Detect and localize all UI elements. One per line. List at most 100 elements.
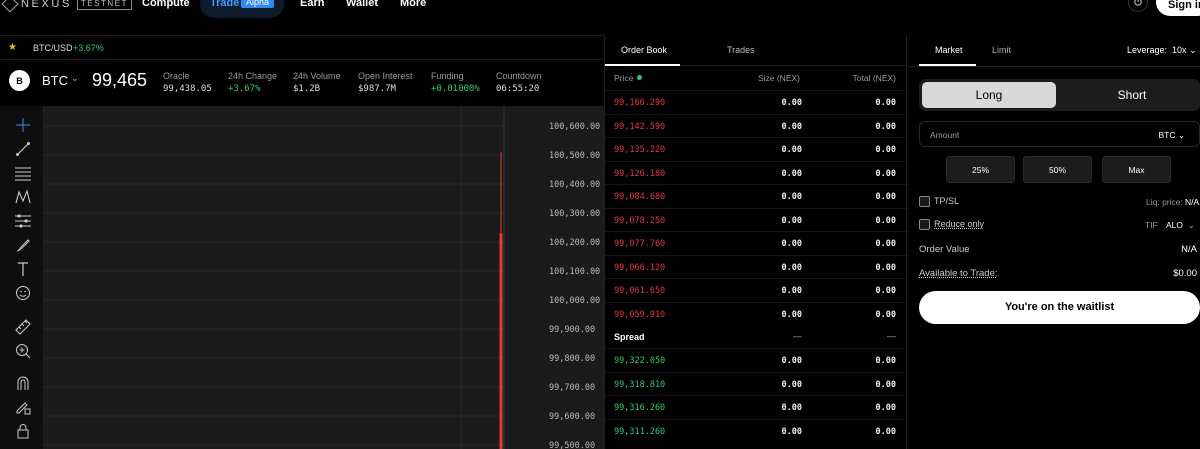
stat-label: Oracle [163,71,190,81]
chart-canvas: 100,600.00 100,500.00 100,400.00 100,300.00… [44,106,600,449]
row-price: 99,126.180 [614,168,666,179]
chevron-down-icon: ⌄ [1189,45,1197,55]
order-book-row[interactable]: 99,135.220 0.00 0.00 [605,137,908,160]
spread-size: — [793,331,802,341]
order-book-row[interactable]: 99,059.910 0.00 0.00 [605,301,908,325]
nav-compute[interactable]: Compute [142,0,190,9]
row-price: 99,078.250 [614,215,666,226]
row-price: 99,318.810 [614,379,666,390]
leverage-selector[interactable]: Leverage: 10x ⌄ [1127,45,1197,56]
price-axis-label: 100,400.00 [549,180,600,190]
spread-row: Spread — — [605,328,908,348]
lock-icon[interactable] [14,422,32,440]
tif-value: ALO [1166,220,1184,230]
row-size: 0.00 [781,426,802,437]
nav-more[interactable]: More [400,0,426,9]
tpsl-checkbox[interactable] [919,196,930,207]
order-book-row[interactable]: 99,061.650 0.00 0.00 [605,278,908,301]
tif-selector[interactable]: ALO ⌄ [1166,220,1195,231]
stat-countdown: Countdown 06:55:20 [496,71,542,94]
row-price: 99,142.590 [614,121,666,132]
text-icon[interactable] [14,260,32,278]
nav-earn[interactable]: Earn [300,0,324,9]
order-book-row[interactable]: 99,311.260 0.00 0.00 [605,418,908,442]
zoom-in-icon[interactable] [14,342,32,360]
tab-market[interactable]: Market [935,45,963,55]
amount-input[interactable]: Amount BTC ⌄ [919,121,1200,147]
sign-in-button[interactable]: Sign in [1156,0,1200,16]
row-total: 0.00 [875,403,896,413]
price-axis-label: 99,900.00 [549,325,595,335]
order-book-row[interactable]: 99,316.260 0.00 0.00 [605,395,908,418]
row-size: 0.00 [781,379,802,390]
divider [907,66,1200,67]
prediction-icon[interactable] [14,212,32,230]
row-size: 0.00 [781,403,802,413]
order-book-row[interactable]: 99,318.810 0.00 0.00 [605,371,908,395]
pct-50-button[interactable]: 50% [1023,156,1092,183]
pct-25-button[interactable]: 25% [946,156,1015,183]
emoji-icon[interactable] [14,284,32,302]
stat-value: 06:55:20 [496,84,540,94]
nav-trade[interactable]: Trade Alpha [200,0,284,18]
row-total: 0.00 [875,168,896,179]
amount-placeholder: Amount [930,130,960,140]
stat-oracle: Oracle 99,438.05 [163,71,212,94]
tab-order-book[interactable]: Order Book [621,45,667,55]
price-axis-label: 100,000.00 [549,296,600,306]
chevron-down-icon[interactable]: ⌄ [71,73,79,84]
brush-icon[interactable] [14,236,32,254]
row-total: 0.00 [875,215,896,226]
row-total: 0.00 [875,286,896,296]
order-book-row[interactable]: 99,077.760 0.00 0.00 [605,231,908,254]
drawing-toolbar [0,106,44,449]
tab-trades[interactable]: Trades [727,45,755,55]
order-book-row[interactable]: 99,084.680 0.00 0.00 [605,184,908,207]
logo-text: NEXUS [21,0,72,10]
waitlist-button[interactable]: You're on the waitlist [919,291,1200,324]
stat-value: +0.01000% [431,84,480,94]
tpsl-label: TP/SL [934,196,960,206]
favorite-star-icon[interactable]: ★ [8,42,17,53]
row-size: 0.00 [781,309,802,320]
order-book-row[interactable]: 99,166.290 0.00 0.00 [605,90,908,113]
order-book-row[interactable]: 99,142.590 0.00 0.00 [605,113,908,137]
trend-line-icon[interactable] [14,140,32,158]
chevron-down-icon: ⌄ [1187,220,1195,230]
stat-funding: Funding +0.01000% [431,71,480,94]
stat-label: Countdown [496,71,542,81]
leverage-label: Leverage: [1127,45,1168,55]
pct-max-button[interactable]: Max [1102,156,1171,183]
order-book-row[interactable]: 99,322.050 0.00 0.00 [605,348,908,371]
power-button[interactable] [1128,0,1148,12]
price-axis-label: 100,200.00 [549,238,600,248]
nav-wallet[interactable]: Wallet [346,0,378,9]
long-button[interactable]: Long [922,82,1056,108]
ticker-pair[interactable]: BTC/USD [33,43,73,53]
order-book-row[interactable]: 99,066.120 0.00 0.00 [605,254,908,278]
row-total: 0.00 [875,262,896,273]
liq-price-label: Liq. price: [1146,197,1183,207]
fib-retracement-icon[interactable] [14,164,32,182]
row-total: 0.00 [875,356,896,366]
price-chart[interactable]: 100,600.00 100,500.00 100,400.00 100,300.00… [44,106,604,449]
row-price: 99,059.910 [614,309,666,320]
reduce-only-checkbox[interactable] [919,219,930,230]
coin-selector[interactable]: BTC [42,73,68,88]
ruler-icon[interactable] [14,318,32,336]
short-button[interactable]: Short [1065,82,1199,108]
row-size: 0.00 [781,239,802,249]
order-book-row[interactable]: 99,078.250 0.00 0.00 [605,207,908,231]
pattern-icon[interactable] [14,188,32,206]
magnet-icon[interactable] [14,374,32,392]
power-icon [1134,0,1142,6]
amount-unit-selector[interactable]: BTC ⌄ [1159,130,1186,141]
spread-total: — [887,331,896,341]
row-price: 99,061.650 [614,286,666,296]
logo[interactable]: NEXUS TESTNET [1,0,132,12]
crosshair-icon[interactable] [14,116,32,134]
stat-label: Funding [431,71,464,81]
order-book-row[interactable]: 99,126.180 0.00 0.00 [605,160,908,184]
tab-limit[interactable]: Limit [992,45,1011,55]
lock-drawing-icon[interactable] [14,398,32,416]
